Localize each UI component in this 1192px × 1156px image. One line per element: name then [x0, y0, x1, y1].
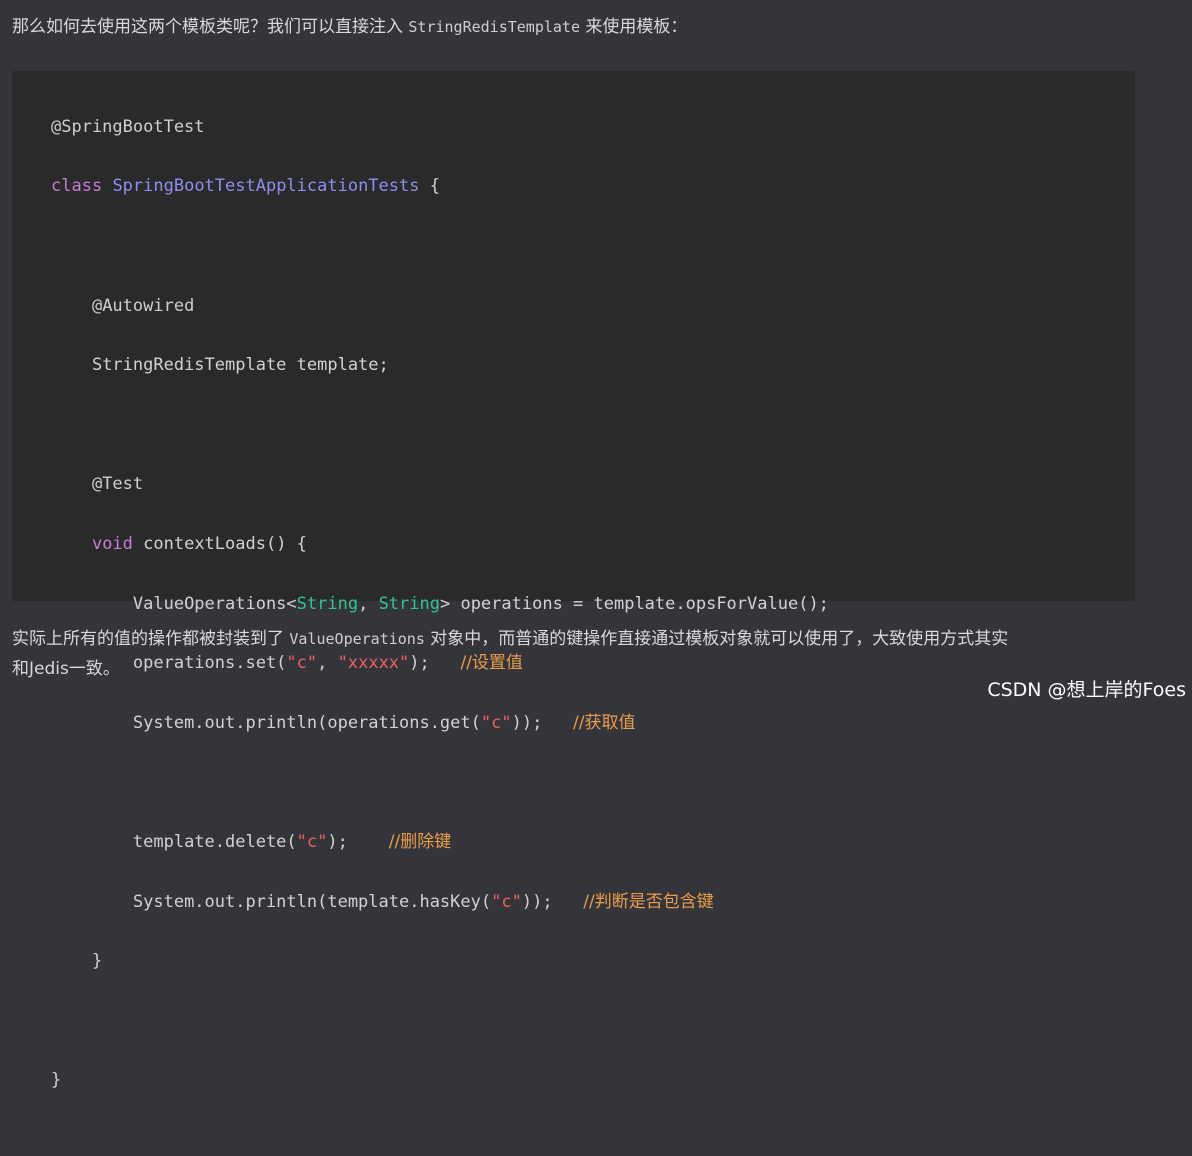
- get-comment: //获取值: [573, 712, 636, 733]
- method-signature: contextLoads() {: [132, 533, 307, 554]
- intro-text-before: 那么如何去使用这两个模板类呢？我们可以直接注入: [12, 17, 409, 37]
- keyword-class: class: [51, 176, 103, 197]
- get-key-string: "c": [480, 712, 512, 733]
- code-line-4: @Autowired: [51, 292, 829, 322]
- code-line-11: System.out.println(operations.get("c"));…: [51, 709, 829, 739]
- type-string-2: String: [378, 593, 440, 614]
- code-line-15: }: [51, 947, 829, 977]
- annotation-autowired: @Autowired: [91, 295, 195, 316]
- class-close-brace: }: [51, 1070, 62, 1091]
- csdn-watermark: CSDN @想上岸的Foes: [987, 679, 1186, 701]
- haskey-key-string: "c": [491, 891, 522, 912]
- delete-prefix: template.delete(: [132, 831, 297, 852]
- get-suffix: ));: [511, 712, 574, 733]
- outro-line-1: 实际上所有的值的操作都被封装到了 ValueOperations 对象中，而普通…: [12, 624, 1008, 654]
- code-line-1: @SpringBootTest: [51, 113, 829, 143]
- outro-text-before: 实际上所有的值的操作都被封装到了: [12, 629, 290, 649]
- annotation-springboottest: @SpringBootTest: [51, 116, 205, 137]
- code-block: @SpringBootTest class SpringBootTestAppl…: [12, 71, 1135, 1090]
- intro-inline-code: StringRedisTemplate: [408, 18, 580, 36]
- code-line-8: void contextLoads() {: [51, 530, 829, 560]
- ops-prefix: ValueOperations<: [132, 593, 297, 614]
- outro-inline-code: ValueOperations: [289, 630, 425, 648]
- delete-comment: //删除键: [388, 831, 452, 852]
- keyword-void: void: [91, 533, 133, 554]
- code-line-5: StringRedisTemplate template;: [51, 351, 829, 381]
- code-line-14: System.out.println(template.hasKey("c"))…: [51, 888, 829, 918]
- haskey-comment: //判断是否包含键: [583, 891, 714, 912]
- intro-paragraph: 那么如何去使用这两个模板类呢？我们可以直接注入 StringRedisTempl…: [12, 12, 687, 42]
- outro-line-2: 和Jedis一致。: [12, 659, 120, 679]
- intro-text-after: 来使用模板：: [580, 17, 688, 37]
- code-lines: @SpringBootTest class SpringBootTestAppl…: [51, 83, 829, 1156]
- field-declaration: StringRedisTemplate template;: [91, 355, 389, 376]
- brace-open: {: [419, 176, 440, 197]
- outro-paragraph: 实际上所有的值的操作都被封装到了 ValueOperations 对象中，而普通…: [12, 624, 1008, 684]
- code-line-7: @Test: [51, 470, 829, 500]
- haskey-prefix: System.out.println(template.hasKey(: [132, 891, 492, 912]
- outro-text-after: 对象中，而普通的键操作直接通过模板对象就可以使用了，大致使用方式其实: [424, 629, 1009, 649]
- delete-key-string: "c": [296, 831, 328, 852]
- ops-suffix: > operations = template.opsForValue();: [439, 593, 829, 614]
- code-line-17: }: [51, 1066, 829, 1096]
- annotation-test: @Test: [91, 474, 144, 495]
- method-close-brace: }: [91, 951, 103, 972]
- ops-separator: ,: [358, 593, 379, 614]
- class-name: SpringBootTestApplicationTests: [112, 176, 420, 197]
- code-line-2: class SpringBootTestApplicationTests {: [51, 172, 829, 202]
- haskey-suffix: ));: [521, 891, 584, 912]
- code-line-13: template.delete("c"); //删除键: [51, 828, 829, 858]
- get-prefix: System.out.println(operations.get(: [132, 712, 481, 733]
- delete-suffix: );: [327, 831, 389, 852]
- code-line-9: ValueOperations<String, String> operatio…: [51, 590, 829, 620]
- type-string-1: String: [296, 593, 359, 614]
